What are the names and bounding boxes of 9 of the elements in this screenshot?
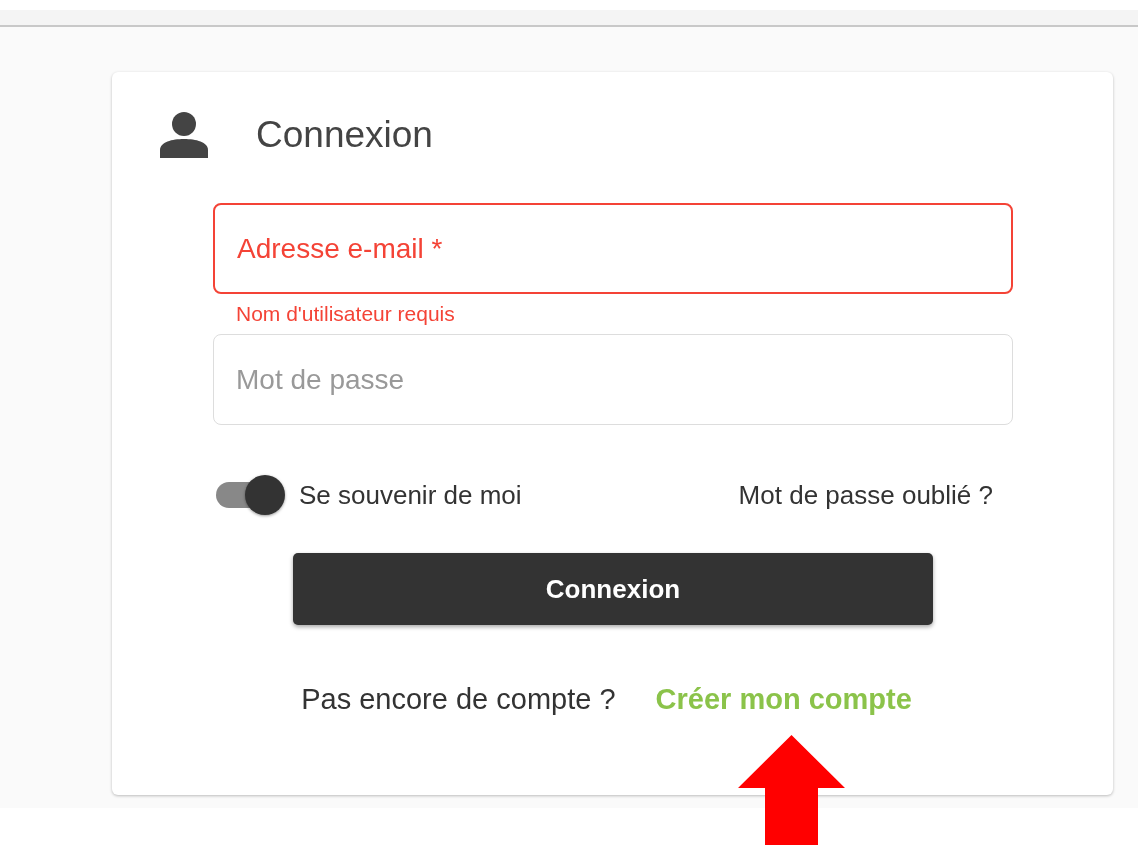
- login-button[interactable]: Connexion: [293, 553, 933, 625]
- signup-prompt: Pas encore de compte ?: [301, 683, 616, 716]
- user-icon: [160, 112, 208, 158]
- email-field[interactable]: Adresse e-mail *: [213, 203, 1013, 294]
- error-message: Nom d'utilisateur requis: [235, 301, 456, 327]
- card-title: Connexion: [256, 114, 433, 156]
- remember-label: Se souvenir de moi: [299, 479, 522, 511]
- password-field[interactable]: Mot de passe: [213, 334, 1013, 425]
- forgot-password-link[interactable]: Mot de passe oublié ?: [738, 479, 993, 511]
